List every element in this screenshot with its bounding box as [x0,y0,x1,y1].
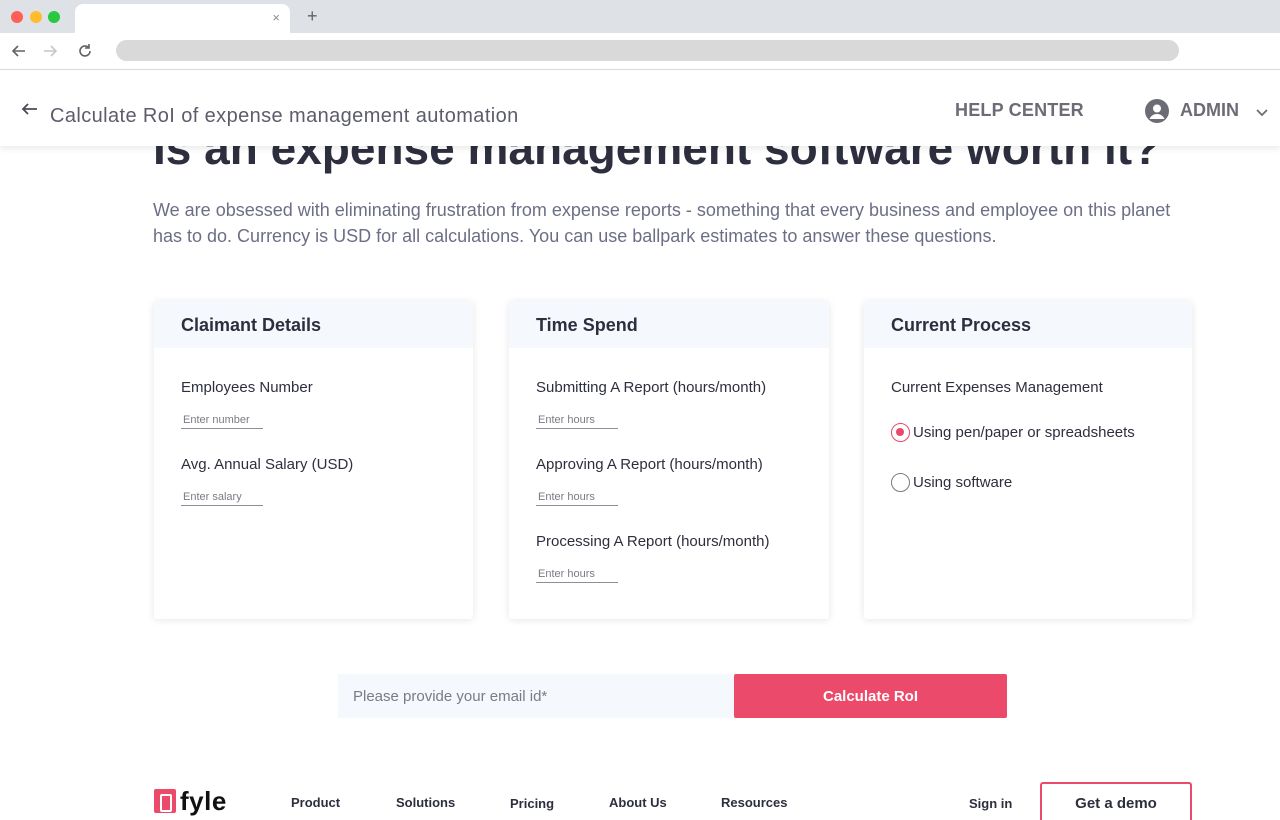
sign-in-link[interactable]: Sign in [969,796,1012,811]
browser-tab-bar: × + [0,0,1280,33]
salary-input[interactable] [181,488,263,506]
expenses-management-label: Current Expenses Management [891,379,1103,396]
tab-close-icon[interactable]: × [272,10,280,26]
approving-label: Approving A Report (hours/month) [536,456,763,473]
card-title: Current Process [864,301,1192,348]
card-title: Time Spend [509,301,829,348]
submitting-hours-input[interactable] [536,411,618,429]
app-header: Calculate RoI of expense management auto… [0,70,1280,146]
approving-hours-input[interactable] [536,488,618,506]
radio-unchecked-icon[interactable] [891,473,910,492]
logo-text: fyle [180,786,227,816]
fyle-logo[interactable]: fyle [154,788,227,814]
radio-option-software[interactable]: Using software [891,473,1012,492]
window-minimize-icon[interactable] [30,11,42,23]
fyle-logo-icon [154,789,176,813]
forward-nav-icon[interactable] [40,41,60,61]
intro-text: We are obsessed with eliminating frustra… [153,200,1171,246]
nav-link-product[interactable]: Product [291,795,340,810]
nav-link-pricing[interactable]: Pricing [510,796,554,811]
employees-number-input[interactable] [181,411,263,429]
nav-link-solutions[interactable]: Solutions [396,795,455,810]
radio-label: Using software [913,474,1013,491]
back-nav-icon[interactable] [9,41,29,61]
user-menu-label[interactable]: ADMIN [1180,100,1239,121]
time-spend-card: Time Spend Submitting A Report (hours/mo… [509,301,829,619]
get-demo-button[interactable]: Get a demo [1040,782,1192,820]
calculate-roi-button[interactable]: Calculate RoI [734,674,1007,718]
current-process-card: Current Process Current Expenses Managem… [864,301,1192,619]
card-title: Claimant Details [154,301,473,348]
reload-icon[interactable] [75,41,95,61]
nav-link-resources[interactable]: Resources [721,795,787,810]
radio-checked-icon[interactable] [891,423,910,442]
employees-number-label: Employees Number [181,379,313,396]
processing-hours-input[interactable] [536,565,618,583]
radio-label: Using pen/paper or spreadsheets [913,424,1135,441]
email-input[interactable] [338,674,734,718]
address-bar[interactable] [116,40,1179,61]
submitting-label: Submitting A Report (hours/month) [536,379,767,396]
back-arrow-icon[interactable] [20,102,38,116]
browser-nav-bar [0,33,1280,70]
page-title: Calculate RoI of expense management auto… [50,105,519,127]
processing-label: Processing A Report (hours/month) [536,533,770,550]
user-avatar-icon[interactable] [1145,99,1169,123]
browser-tab[interactable]: × [75,4,290,33]
new-tab-icon[interactable]: + [307,6,318,26]
window-close-icon[interactable] [11,11,23,23]
window-maximize-icon[interactable] [48,11,60,23]
nav-link-about-us[interactable]: About Us [609,795,667,810]
help-center-link[interactable]: HELP CENTER [955,100,1084,121]
chevron-down-icon[interactable] [1256,104,1268,117]
radio-option-manual[interactable]: Using pen/paper or spreadsheets [891,423,1135,442]
salary-label: Avg. Annual Salary (USD) [181,456,354,473]
claimant-details-card: Claimant Details Employees Number Avg. A… [154,301,473,619]
